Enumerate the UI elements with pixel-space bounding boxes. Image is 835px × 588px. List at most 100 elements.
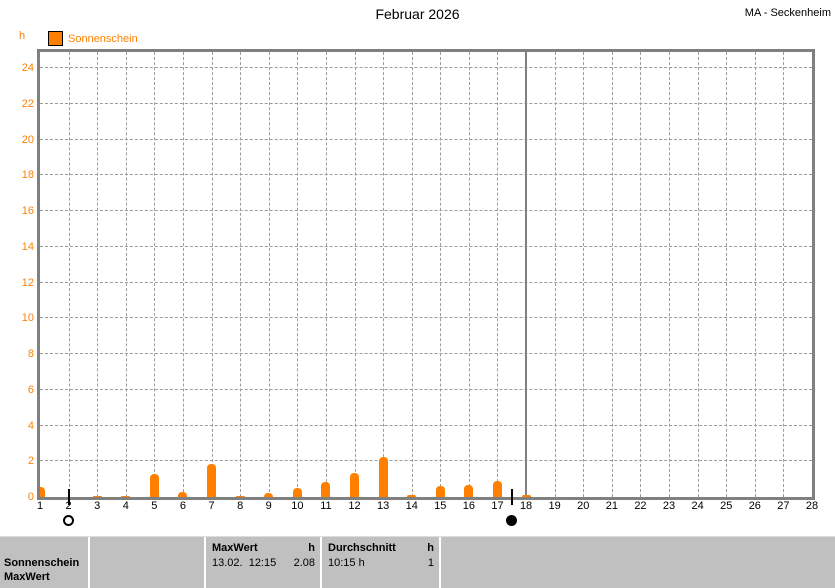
summary-durchschnitt-cell: Durchschnitt h 10:15 h 1 — [322, 537, 439, 588]
y-tick-label: 10 — [21, 312, 34, 325]
x-tick-label: 2 — [65, 500, 72, 512]
x-tick-label: 7 — [208, 500, 215, 512]
sunshine-bar — [235, 495, 245, 497]
y-tick-label: 6 — [27, 383, 34, 396]
v-gridline — [97, 52, 99, 497]
sunshine-bar — [321, 481, 331, 497]
v-gridline — [726, 52, 728, 497]
x-tick-label: 4 — [122, 500, 129, 512]
sunshine-bar — [464, 485, 474, 497]
y-axis-labels: 0 2 4 6 8 10 12 14 16 18 20 22 24 — [0, 52, 34, 503]
x-tick-label: 17 — [491, 500, 504, 512]
summary-row-label: Sonnenschein MaxWert — [0, 537, 88, 588]
summary-maxwert-cell: MaxWert h 13.02. 12:15 2.08 — [206, 537, 320, 588]
x-tick-label: 18 — [519, 500, 533, 512]
h-gridline — [40, 424, 812, 426]
v-gridline — [640, 52, 642, 497]
sunshine-bar — [149, 473, 159, 497]
sunshine-bar — [207, 463, 217, 497]
x-tick-label: 21 — [605, 500, 618, 512]
h-gridline — [40, 353, 812, 355]
x-tick-label: 23 — [662, 500, 676, 512]
sunshine-bar — [178, 491, 188, 497]
sunshine-bar — [92, 495, 102, 497]
x-tick-label: 14 — [405, 500, 418, 512]
h-gridline — [40, 460, 812, 462]
summary-empty-cell — [441, 537, 835, 588]
durchschnitt-count: 1 — [427, 557, 434, 569]
y-tick-label: 24 — [21, 62, 34, 75]
x-tick-label: 13 — [376, 500, 390, 512]
y-tick-label: 2 — [27, 455, 34, 468]
summary-row-label-series: Sonnenschein — [4, 557, 80, 569]
v-gridline — [325, 52, 327, 497]
full-moon-icon — [63, 515, 75, 526]
v-gridline — [697, 52, 699, 497]
x-tick-label: 10 — [291, 500, 304, 512]
y-tick-label: 12 — [21, 276, 34, 289]
v-gridline — [268, 52, 270, 497]
x-tick-label: 19 — [548, 500, 561, 512]
maxwert-unit-header: h — [308, 542, 315, 554]
v-gridline — [297, 52, 299, 497]
sunshine-bar — [378, 456, 388, 497]
x-tick-label: 1 — [36, 500, 44, 512]
summary-row-label-metric: MaxWert — [4, 571, 50, 583]
legend-series-swatch — [48, 31, 63, 46]
y-tick-label: 20 — [21, 133, 34, 146]
sunshine-bar — [521, 495, 531, 497]
x-tick-label: 9 — [265, 500, 272, 512]
y-tick-label: 14 — [21, 240, 34, 253]
current-day-line — [525, 52, 528, 497]
x-tick-label: 3 — [94, 500, 101, 512]
v-gridline — [383, 52, 385, 497]
x-tick-label: 8 — [237, 500, 244, 512]
h-gridline — [40, 67, 812, 69]
y-tick-label: 18 — [21, 169, 34, 182]
x-tick-label: 25 — [720, 500, 733, 512]
y-axis-unit-label: h — [19, 30, 26, 42]
v-gridline — [468, 52, 470, 497]
h-gridline — [40, 174, 812, 176]
v-gridline — [182, 52, 184, 497]
durchschnitt-header: Durchschnitt — [328, 542, 396, 554]
sunshine-bar — [350, 472, 360, 497]
h-gridline — [40, 388, 812, 390]
v-gridline — [211, 52, 213, 497]
maxwert-value: 2.08 — [293, 557, 315, 569]
sunshine-bar — [407, 495, 417, 497]
summary-panel: Sonnenschein MaxWert MaxWert h 13.02. 12… — [0, 536, 835, 588]
sunshine-bar — [292, 488, 302, 497]
h-gridline — [40, 281, 812, 283]
plot-area — [37, 49, 815, 500]
durchschnitt-unit-header: h — [427, 542, 434, 554]
h-gridline — [40, 102, 812, 104]
y-tick-label: 4 — [27, 419, 34, 432]
chart-title: Februar 2026 — [375, 6, 460, 22]
x-tick-label: 5 — [151, 500, 158, 512]
v-gridline — [125, 52, 127, 497]
v-gridline — [154, 52, 156, 497]
h-gridline — [40, 138, 812, 140]
x-tick-label: 28 — [805, 500, 819, 512]
h-gridline — [40, 245, 812, 247]
sunshine-bar — [435, 486, 445, 497]
x-tick-label: 15 — [434, 500, 447, 512]
h-gridline — [40, 210, 812, 212]
maxwert-datetime: 13.02. 12:15 — [212, 557, 277, 569]
v-gridline — [497, 52, 499, 497]
legend-series-label: Sonnenschein — [68, 32, 138, 45]
v-gridline — [611, 52, 613, 497]
x-tick-label: 16 — [462, 500, 475, 512]
v-gridline — [583, 52, 585, 497]
sunshine-bar — [492, 480, 502, 497]
chart-window: Februar 2026 MA - Seckenheim h Sonnensch… — [0, 0, 835, 588]
sunshine-bar — [264, 492, 274, 497]
y-tick-label: 22 — [21, 97, 34, 110]
x-tick-label: 20 — [577, 500, 590, 512]
x-tick-label: 12 — [348, 500, 361, 512]
station-label: MA - Seckenheim — [744, 7, 831, 19]
y-tick-label: 16 — [21, 205, 34, 218]
y-tick-label: 8 — [27, 348, 34, 361]
v-gridline — [240, 52, 242, 497]
